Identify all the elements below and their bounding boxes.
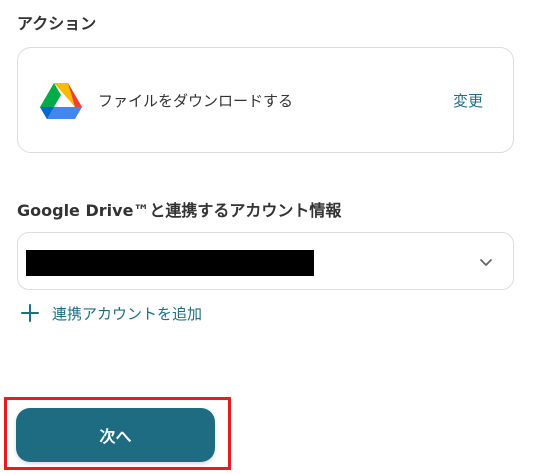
chevron-down-icon <box>480 259 492 266</box>
action-card: ファイルをダウンロードする 変更 <box>17 47 514 153</box>
add-account-link[interactable]: 連携アカウントを追加 <box>17 301 202 325</box>
change-action-link[interactable]: 変更 <box>453 90 483 111</box>
plus-icon <box>21 304 39 322</box>
account-select[interactable] <box>17 232 514 290</box>
action-label: ファイルをダウンロードする <box>98 92 294 110</box>
redacted-account-value <box>26 250 314 276</box>
add-account-label: 連携アカウントを追加 <box>52 304 203 323</box>
google-drive-icon <box>40 83 82 119</box>
action-section-title: アクション <box>17 14 97 33</box>
action-settings-panel: アクション ファイルをダウンロードする 変更 Google Drive™と連携す… <box>0 0 547 474</box>
account-section-title: Google Drive™と連携するアカウント情報 <box>17 201 342 220</box>
next-button[interactable]: 次へ <box>16 408 215 462</box>
